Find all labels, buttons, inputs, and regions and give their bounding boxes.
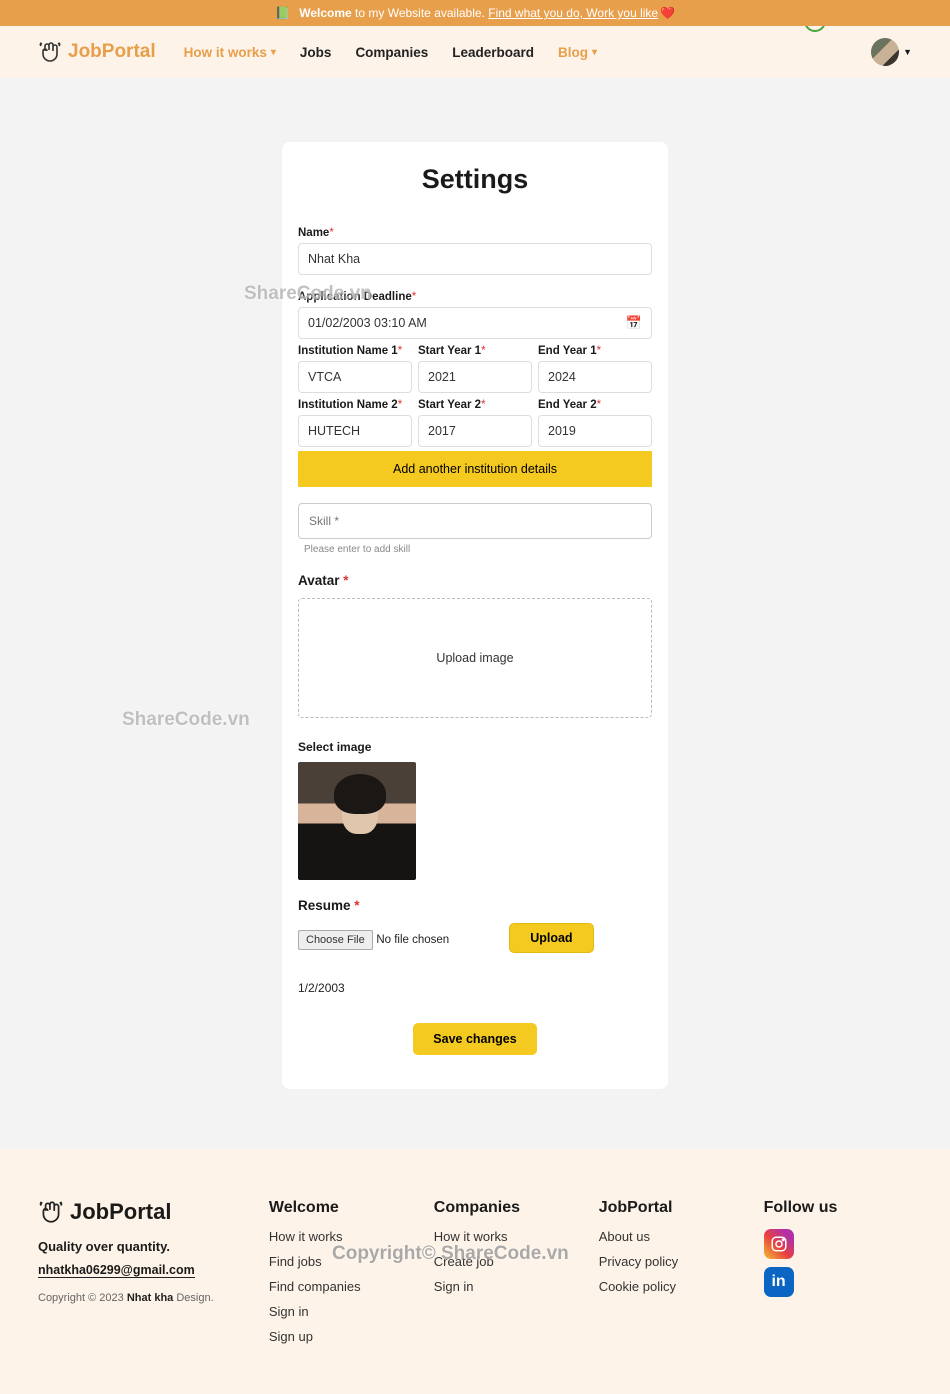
nav-leaderboard[interactable]: Leaderboard [452, 45, 534, 60]
footer-logo[interactable]: JobPortal [38, 1199, 269, 1225]
name-input[interactable] [298, 243, 652, 275]
avatar [871, 38, 899, 66]
footer-link[interactable]: Sign in [434, 1279, 599, 1294]
label-inst1: Institution Name 1* [298, 345, 412, 357]
footer-copyright: Copyright © 2023 Nhat kha Design. [38, 1292, 269, 1304]
heart-icon: ❤️ [660, 6, 675, 20]
page-title: Settings [298, 164, 652, 195]
footer-col-follow-title: Follow us [764, 1199, 912, 1217]
nav-jobs[interactable]: Jobs [300, 45, 332, 60]
end-year2-input[interactable] [538, 415, 652, 447]
footer-link[interactable]: About us [599, 1229, 764, 1244]
avatar-upload-dropzone[interactable]: Upload image [298, 598, 652, 718]
user-menu[interactable]: ▼ [871, 38, 912, 66]
skill-hint: Please enter to add skill [298, 544, 652, 555]
nav-companies[interactable]: Companies [355, 45, 428, 60]
label-avatar: Avatar * [298, 573, 652, 588]
instagram-icon[interactable] [764, 1229, 794, 1259]
announce-emoji-icon: 📗 [275, 6, 290, 20]
label-ey1: End Year 1* [538, 345, 652, 357]
label-ey2: End Year 2* [538, 399, 652, 411]
caret-down-icon: ▼ [903, 47, 912, 57]
footer-link[interactable]: Sign up [269, 1329, 434, 1344]
end-year1-input[interactable] [538, 361, 652, 393]
footer-link[interactable]: Sign in [269, 1304, 434, 1319]
footer-tagline: Quality over quantity. [38, 1239, 269, 1254]
footer-col-jobportal-title: JobPortal [599, 1199, 764, 1217]
footer-col-welcome-title: Welcome [269, 1199, 434, 1217]
hand-wave-icon [38, 40, 62, 64]
settings-card: Settings Name* Application Deadline* 📅 I… [282, 142, 668, 1089]
label-sy1: Start Year 1* [418, 345, 532, 357]
footer-link[interactable]: How it works [434, 1229, 599, 1244]
label-resume: Resume * [298, 898, 652, 913]
deadline-input[interactable] [298, 307, 652, 339]
start-year2-input[interactable] [418, 415, 532, 447]
announcement-bar: 📗 Welcome to my Website available. Find … [0, 0, 950, 26]
top-nav: JobPortal How it works ▾ Jobs Companies … [0, 26, 950, 78]
resume-upload-button[interactable]: Upload [509, 923, 593, 953]
label-name: Name* [298, 227, 652, 239]
announce-link[interactable]: Find what you do, Work you like [488, 6, 658, 20]
footer-email[interactable]: nhatkha06299@gmail.com [38, 1263, 195, 1278]
institution1-input[interactable] [298, 361, 412, 393]
choose-file-button[interactable]: Choose File [298, 930, 373, 950]
save-changes-button[interactable]: Save changes [413, 1023, 536, 1055]
label-deadline: Application Deadline* [298, 291, 652, 303]
footer-link[interactable]: Find companies [269, 1279, 434, 1294]
hand-wave-icon [38, 1199, 64, 1225]
footer: JobPortal Quality over quantity. nhatkha… [0, 1149, 950, 1394]
skill-input[interactable] [298, 503, 652, 539]
resume-date: 1/2/2003 [298, 981, 652, 995]
label-inst2: Institution Name 2* [298, 399, 412, 411]
start-year1-input[interactable] [418, 361, 532, 393]
brand-logo[interactable]: JobPortal [38, 40, 156, 64]
institution2-input[interactable] [298, 415, 412, 447]
file-status: No file chosen [376, 934, 449, 946]
selected-image-thumbnail[interactable] [298, 762, 416, 880]
nav-how-it-works[interactable]: How it works ▾ [184, 45, 276, 60]
footer-link[interactable]: Cookie policy [599, 1279, 764, 1294]
add-institution-button[interactable]: Add another institution details [298, 451, 652, 487]
footer-link[interactable]: Create job [434, 1254, 599, 1269]
label-sy2: Start Year 2* [418, 399, 532, 411]
footer-link[interactable]: How it works [269, 1229, 434, 1244]
chevron-down-icon: ▾ [592, 47, 597, 58]
nav-blog[interactable]: Blog ▾ [558, 45, 597, 60]
footer-link[interactable]: Find jobs [269, 1254, 434, 1269]
footer-col-companies-title: Companies [434, 1199, 599, 1217]
chevron-down-icon: ▾ [271, 47, 276, 58]
linkedin-icon[interactable]: in [764, 1267, 794, 1297]
label-select-image: Select image [298, 740, 652, 754]
footer-link[interactable]: Privacy policy [599, 1254, 764, 1269]
